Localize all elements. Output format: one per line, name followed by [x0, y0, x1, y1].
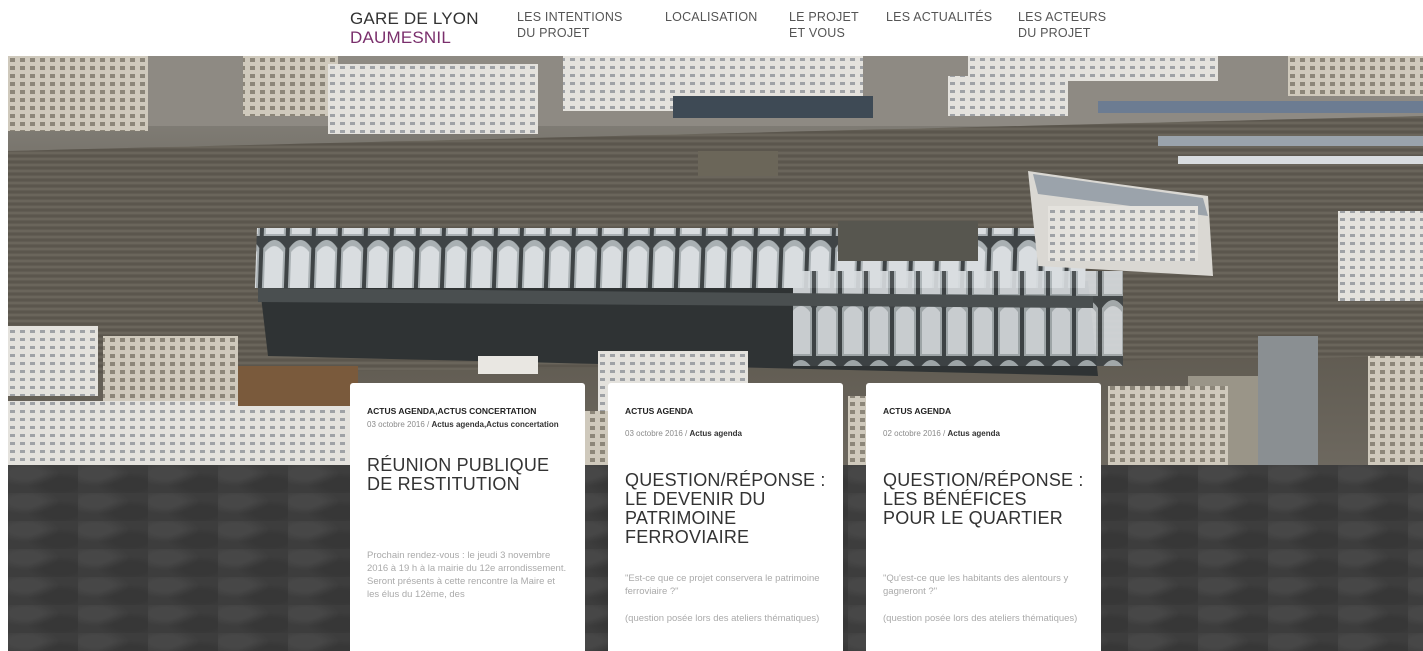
meta-separator: /: [424, 420, 432, 429]
nav-item-label: LES INTENTIONS: [517, 10, 623, 24]
article-card[interactable]: ACTUS AGENDA,ACTUS CONCERTATION 03 octob…: [350, 383, 585, 651]
nav-item-label: LES ACTUALITÉS: [886, 10, 993, 24]
article-excerpt: "Qu'est-ce que les habitants des alentou…: [883, 572, 1084, 625]
article-category: ACTUS AGENDA: [883, 406, 952, 416]
logo-line-2: DAUMESNIL: [350, 28, 451, 47]
nav-item-label: DU PROJET: [517, 26, 590, 40]
article-excerpt: "Est-ce que ce projet conservera le patr…: [625, 572, 826, 625]
excerpt-paragraph: "Est-ce que ce projet conservera le patr…: [625, 573, 820, 597]
excerpt-paragraph: Prochain rendez-vous : le jeudi 3 novemb…: [367, 550, 567, 600]
article-date: 02 octobre 2016: [883, 429, 941, 438]
article-tags-link[interactable]: Actus agenda: [948, 429, 1000, 438]
meta-separator: /: [940, 429, 948, 438]
article-tags-link[interactable]: Actus agenda,Actus concertation: [432, 420, 559, 429]
article-card[interactable]: ACTUS AGENDA 02 octobre 2016 / Actus age…: [866, 383, 1101, 651]
article-tags-link[interactable]: Actus agenda: [690, 429, 742, 438]
excerpt-paragraph: (question posée lors des ateliers thémat…: [883, 613, 1078, 624]
article-title[interactable]: RÉUNION PUBLIQUE DE RESTITUTION: [367, 456, 568, 494]
article-excerpt: Prochain rendez-vous : le jeudi 3 novemb…: [367, 549, 568, 601]
site-header: GARE DE LYON DAUMESNIL LES INTENTIONS DU…: [0, 0, 1423, 56]
article-category: ACTUS AGENDA: [625, 406, 694, 416]
logo-line-1: GARE DE LYON: [350, 9, 479, 28]
excerpt-paragraph: (question posée lors des ateliers thémat…: [625, 613, 820, 624]
excerpt-paragraph: "Qu'est-ce que les habitants des alentou…: [883, 573, 1069, 597]
nav-item-label: LES ACTEURS: [1018, 10, 1107, 24]
article-card[interactable]: ACTUS AGENDA 03 octobre 2016 / Actus age…: [608, 383, 843, 651]
nav-item-actualites[interactable]: LES ACTUALITÉS: [886, 9, 992, 25]
nav-item-label: ET VOUS: [789, 26, 846, 40]
article-date: 03 octobre 2016: [625, 429, 683, 438]
nav-item-intentions[interactable]: LES INTENTIONS DU PROJET: [517, 9, 623, 41]
nav-item-label: LOCALISATION: [665, 10, 758, 24]
nav-item-label: LE PROJET: [789, 10, 859, 24]
article-meta: 03 octobre 2016 / Actus agenda: [625, 429, 826, 439]
article-meta: 03 octobre 2016 / Actus agenda,Actus con…: [367, 420, 568, 430]
article-meta: 02 octobre 2016 / Actus agenda: [883, 429, 1084, 439]
nav-item-projet-et-vous[interactable]: LE PROJET ET VOUS: [789, 9, 859, 41]
site-logo[interactable]: GARE DE LYON DAUMESNIL: [350, 9, 479, 47]
nav-item-label: DU PROJET: [1018, 26, 1091, 40]
nav-item-localisation[interactable]: LOCALISATION: [665, 9, 757, 25]
nav-item-acteurs[interactable]: LES ACTEURS DU PROJET: [1018, 9, 1106, 41]
article-title[interactable]: QUESTION/RÉPONSE : LE DEVENIR DU PATRIMO…: [625, 471, 826, 547]
article-title[interactable]: QUESTION/RÉPONSE : LES BÉNÉFICES POUR LE…: [883, 471, 1084, 528]
article-category: ACTUS AGENDA,ACTUS CONCERTATION: [367, 406, 537, 416]
meta-separator: /: [682, 429, 690, 438]
article-date: 03 octobre 2016: [367, 420, 425, 429]
